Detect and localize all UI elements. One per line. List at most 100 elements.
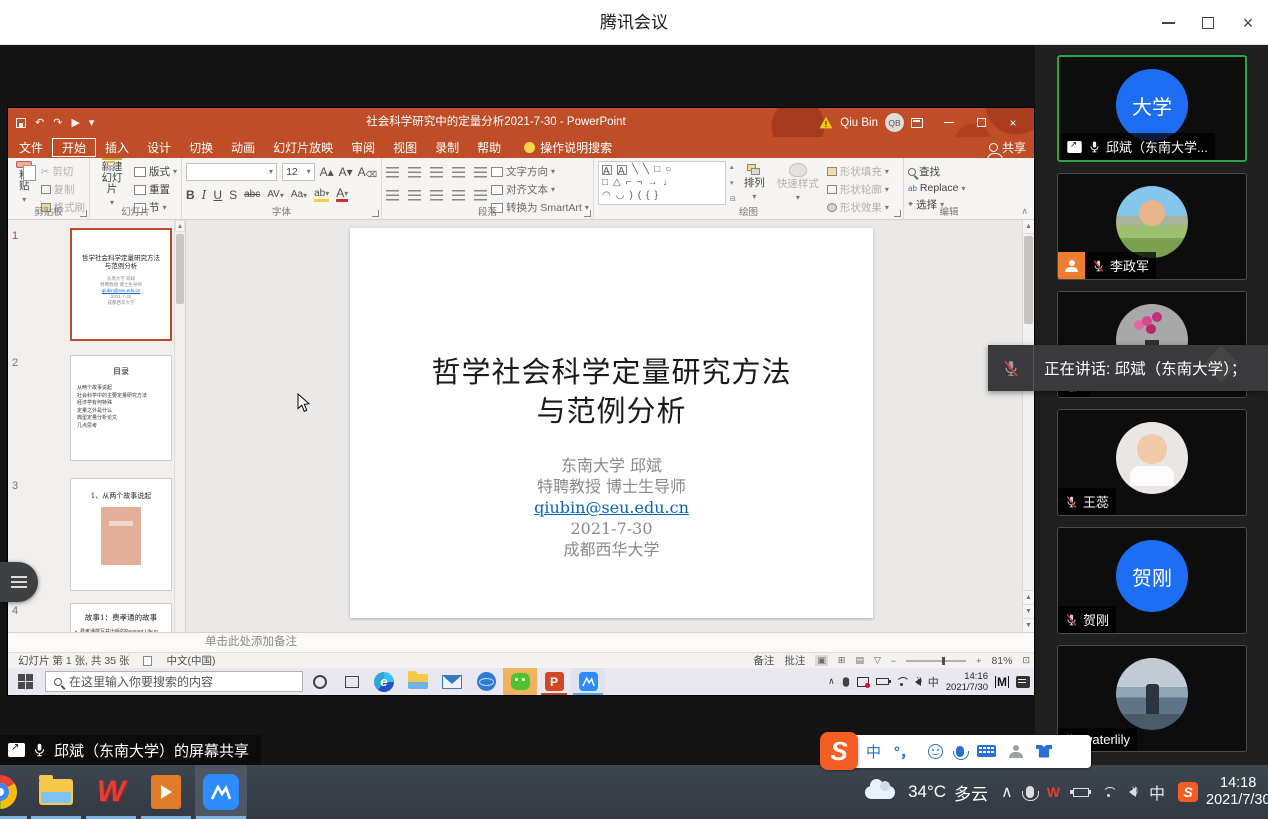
- soft-keyboard-icon[interactable]: [977, 745, 996, 757]
- language-indicator[interactable]: 中文(中国): [166, 653, 215, 668]
- paragraph-dialog-launcher[interactable]: [584, 210, 591, 217]
- start-button[interactable]: [18, 674, 33, 689]
- close-button[interactable]: ×: [1228, 0, 1268, 45]
- scrollbar-thumb[interactable]: [1024, 236, 1033, 324]
- slide-thumbnail-2[interactable]: 目录 从两个故事说起 社会科学中的主要定量研究方法 经济学有何特殊 定量之外是什…: [70, 355, 172, 461]
- scroll-down-icon[interactable]: ▼: [1023, 618, 1034, 632]
- task-view-button[interactable]: [345, 676, 359, 688]
- file-explorer-taskbar-icon[interactable]: [30, 765, 82, 819]
- cut-button[interactable]: ✂剪切: [41, 164, 86, 179]
- ppt-minimize-button[interactable]: [936, 108, 962, 137]
- slide-thumbnail-3[interactable]: 1、从两个故事说起: [70, 478, 172, 591]
- file-explorer-taskbar-icon[interactable]: [401, 668, 435, 695]
- minimize-button[interactable]: [1148, 0, 1188, 45]
- scroll-up-icon[interactable]: ▲: [175, 220, 185, 232]
- chrome-taskbar-icon[interactable]: [0, 765, 26, 819]
- ime-indicator[interactable]: 中: [928, 674, 939, 690]
- wps-slides-taskbar-icon[interactable]: [140, 765, 192, 819]
- drawing-dialog-launcher[interactable]: [894, 210, 901, 217]
- slide-email-link[interactable]: qiubin@seu.edu.cn: [350, 497, 873, 518]
- slide-sorter-icon[interactable]: ⊞: [838, 655, 846, 666]
- shapes-gallery[interactable]: AA╲╲□○ □△⌐¬→↓ ◠◡)({}: [598, 161, 726, 205]
- sogou-tray-icon[interactable]: S: [1178, 782, 1198, 802]
- clear-formatting-button[interactable]: A⌫: [358, 165, 377, 179]
- tab-transitions[interactable]: 切换: [180, 138, 222, 157]
- bullets-icon[interactable]: [386, 167, 399, 178]
- italic-button[interactable]: I: [202, 188, 207, 202]
- align-left-icon[interactable]: [386, 190, 399, 201]
- cortana-button[interactable]: [313, 675, 327, 689]
- fit-to-window-icon[interactable]: ⊡: [1022, 655, 1030, 666]
- paste-button[interactable]: 粘贴▾: [12, 161, 37, 205]
- justify-icon[interactable]: [452, 190, 465, 201]
- emoji-icon[interactable]: [928, 744, 943, 759]
- wechat-taskbar-icon[interactable]: [503, 668, 537, 695]
- change-case-button[interactable]: Aa▾: [291, 189, 307, 200]
- tab-insert[interactable]: 插入: [96, 138, 138, 157]
- font-size-select[interactable]: 12▾: [282, 163, 315, 181]
- scrollbar-thumb[interactable]: [176, 234, 184, 304]
- zoom-slider-thumb[interactable]: [942, 657, 945, 665]
- strikethrough-button[interactable]: abc: [244, 189, 260, 200]
- save-icon[interactable]: [16, 118, 26, 128]
- meeting-taskbar-icon[interactable]: [195, 765, 247, 819]
- zoom-in-icon[interactable]: +: [976, 656, 981, 666]
- align-right-icon[interactable]: [430, 190, 443, 201]
- punctuation-icon[interactable]: °，: [894, 741, 915, 762]
- spell-check-icon[interactable]: [143, 656, 152, 666]
- wifi-icon[interactable]: [896, 677, 908, 686]
- weather-temp[interactable]: 34°C: [908, 782, 946, 802]
- sogou-logo-icon[interactable]: S: [820, 732, 858, 770]
- wps-taskbar-icon[interactable]: W: [85, 765, 137, 819]
- speaker-icon[interactable]: [915, 678, 921, 686]
- previous-slide-icon[interactable]: ▲: [1023, 590, 1034, 604]
- underline-button[interactable]: U: [213, 188, 222, 202]
- participant-tile-wangrui[interactable]: 王蕊: [1057, 409, 1247, 516]
- slide-thumbnail-1[interactable]: 哲学社会科学定量研究方法与范例分析 东南大学 邱斌 特聘教授 博士生导师 qiu…: [70, 228, 172, 341]
- slide-thumbnail-4[interactable]: 故事1：费孝通的故事 费孝通撰写并出版的Peasant Life in Chin…: [70, 603, 172, 632]
- shape-fill-button[interactable]: 形状填充▾: [827, 164, 889, 179]
- align-center-icon[interactable]: [408, 190, 421, 201]
- account-icon[interactable]: [1009, 745, 1023, 758]
- browser-taskbar-icon[interactable]: [469, 668, 503, 695]
- ime-indicator[interactable]: 中: [1149, 780, 1165, 804]
- hidden-icons-chevron[interactable]: ∧: [1001, 782, 1013, 802]
- weather-condition[interactable]: 多云: [954, 780, 988, 805]
- increase-indent-icon[interactable]: [452, 167, 465, 178]
- ime-mode-indicator[interactable]: 中: [866, 741, 881, 762]
- hidden-icons-chevron[interactable]: ∧: [828, 676, 835, 687]
- text-direction-button[interactable]: 文字方向▾: [491, 164, 589, 179]
- next-slide-icon[interactable]: ▼: [1023, 604, 1034, 618]
- skin-icon[interactable]: [1036, 745, 1052, 758]
- tab-design[interactable]: 设计: [138, 138, 180, 157]
- qat-customize-icon[interactable]: ▾: [89, 116, 95, 129]
- find-button[interactable]: 查找: [908, 164, 965, 179]
- decrease-indent-icon[interactable]: [430, 167, 443, 178]
- clipboard-dialog-launcher[interactable]: [80, 210, 87, 217]
- edge-taskbar-icon[interactable]: e: [367, 668, 401, 695]
- comments-toggle[interactable]: 批注: [784, 653, 805, 668]
- highlight-color-button[interactable]: ab▾: [314, 188, 329, 202]
- tell-me-search[interactable]: 操作说明搜索: [524, 139, 612, 156]
- slideshow-icon[interactable]: ▶: [71, 116, 79, 129]
- battery-icon[interactable]: [876, 678, 889, 685]
- participant-tile-qiubin[interactable]: 大学 邱斌（东南大学...: [1057, 55, 1247, 162]
- taskbar-search-input[interactable]: 在这里输入你要搜索的内容: [45, 671, 303, 692]
- participant-tile-lizhengjun[interactable]: 李政军: [1057, 173, 1247, 280]
- editor-scrollbar[interactable]: ▲ ▲ ▼ ▼: [1022, 220, 1034, 632]
- normal-view-icon[interactable]: ▣: [815, 655, 828, 666]
- zoom-out-icon[interactable]: −: [891, 656, 896, 666]
- weather-cloud-icon[interactable]: [865, 786, 895, 799]
- speaker-icon[interactable]: [1129, 787, 1136, 797]
- scroll-up-icon[interactable]: ▲: [1023, 220, 1034, 234]
- undo-icon[interactable]: ↶: [35, 116, 44, 129]
- notes-toggle[interactable]: 备注: [753, 653, 774, 668]
- toolbox-icon[interactable]: [1065, 744, 1079, 758]
- columns-icon[interactable]: [474, 190, 487, 201]
- wps-tray-icon[interactable]: W: [1047, 784, 1060, 800]
- ppt-close-button[interactable]: ×: [1000, 108, 1026, 137]
- tab-help[interactable]: 帮助: [468, 138, 510, 157]
- meeting-taskbar-icon[interactable]: [571, 668, 605, 695]
- line-spacing-icon[interactable]: [474, 167, 487, 178]
- reset-button[interactable]: 重置: [134, 182, 177, 197]
